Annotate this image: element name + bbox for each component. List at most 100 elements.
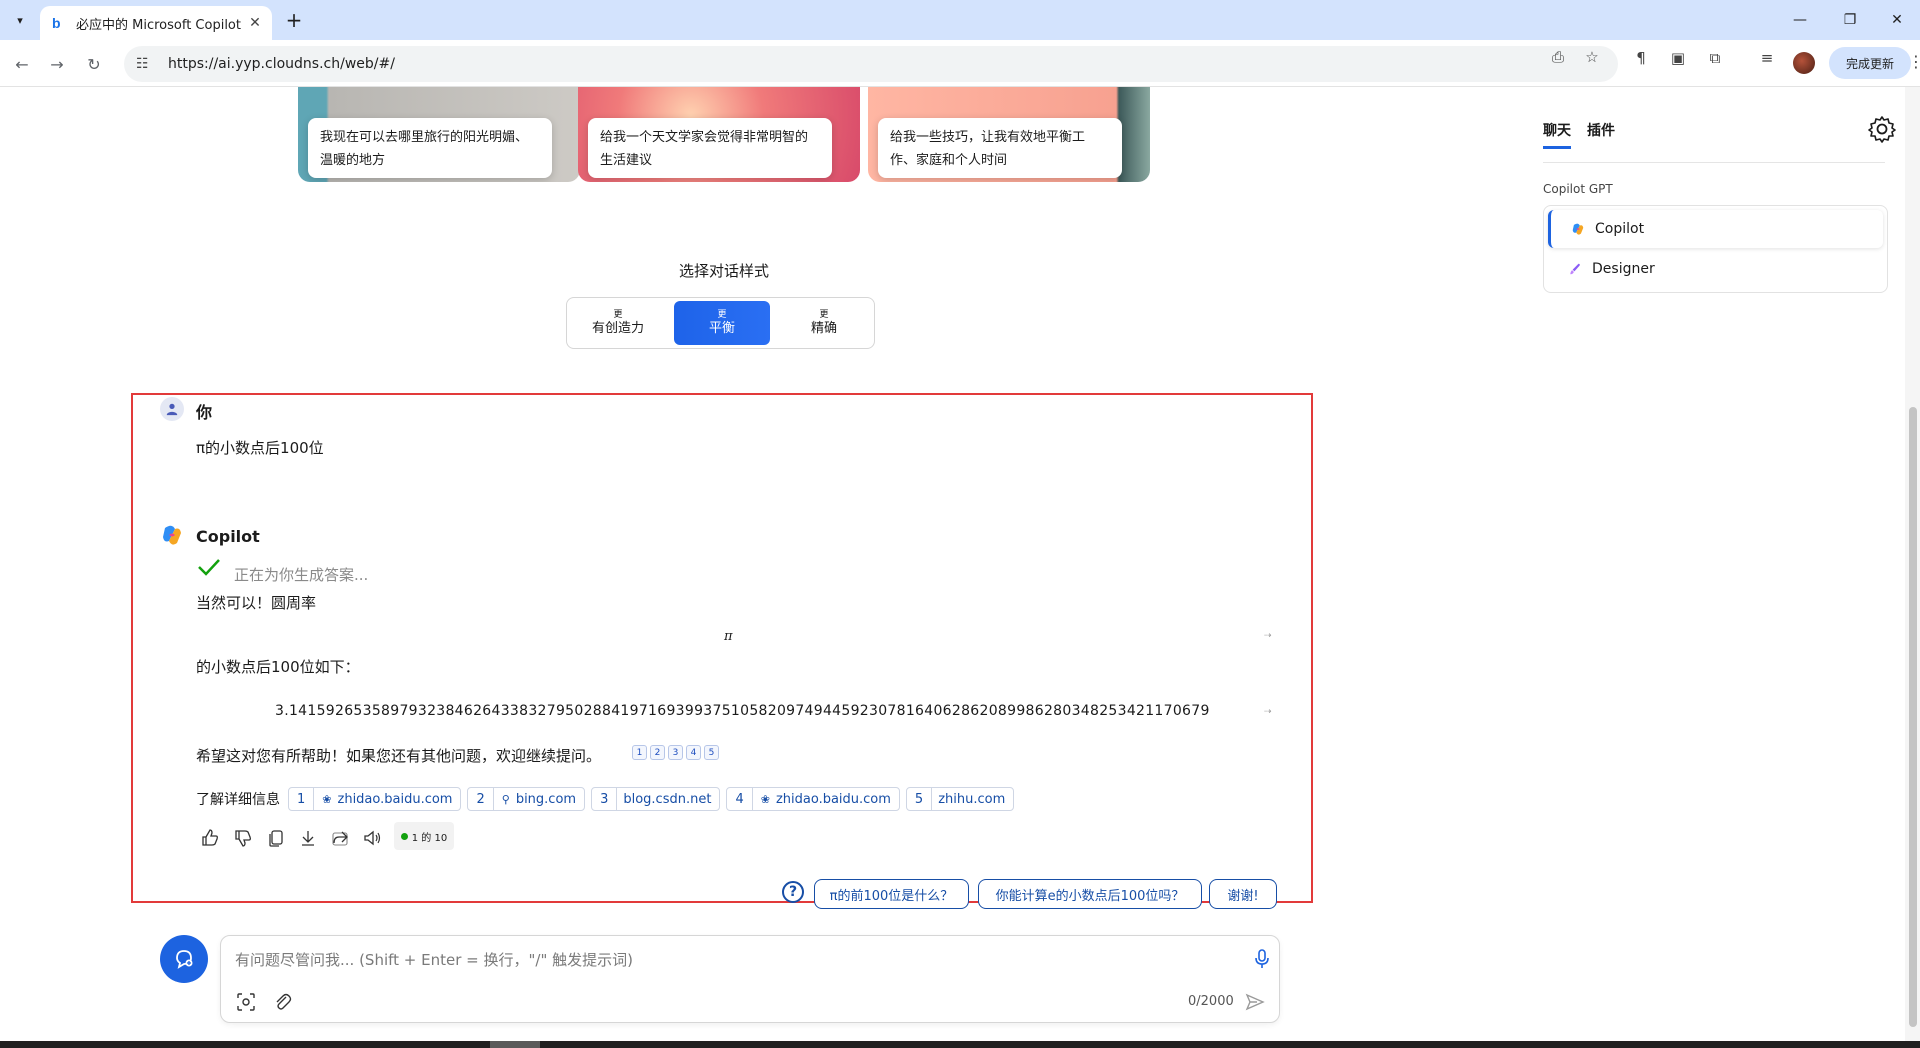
citation-badge[interactable]: 3: [668, 745, 683, 760]
more-menu-icon[interactable]: ⋮: [1908, 52, 1920, 71]
suggestion-chip[interactable]: 你能计算e的小数点后100位吗？: [978, 879, 1202, 909]
visual-search-icon[interactable]: [235, 991, 257, 1013]
share-icon[interactable]: [330, 828, 354, 852]
suggestion-chip[interactable]: 谢谢!: [1209, 879, 1277, 909]
gpt-item-designer[interactable]: Designer: [1548, 250, 1883, 288]
suggestion-card-3[interactable]: 给我一些技巧，让我有效地平衡工作、家庭和个人时间: [868, 87, 1150, 182]
citation-badge[interactable]: 4: [686, 745, 701, 760]
gpt-section-label: Copilot GPT: [1543, 182, 1613, 196]
citation-list: 1 2 3 4 5: [632, 745, 719, 760]
read-aloud-speaker-icon[interactable]: [362, 828, 386, 852]
gear-icon[interactable]: [1867, 114, 1897, 144]
tab-plugins[interactable]: 插件: [1587, 120, 1615, 149]
citation-badge[interactable]: 2: [650, 745, 665, 760]
browser-tab-active[interactable]: b 必应中的 Microsoft Copilot ✕: [40, 6, 272, 40]
style-option-label: 平衡: [708, 320, 735, 336]
extension-paragraph-icon[interactable]: ¶: [1631, 48, 1651, 68]
bookmark-star-icon[interactable]: ☆: [1582, 48, 1602, 66]
restore-window-icon[interactable]: ❐: [1827, 0, 1873, 40]
citation-badge[interactable]: 1: [632, 745, 647, 760]
user-name: 你: [196, 403, 213, 422]
site-info-icon[interactable]: ☷: [136, 56, 156, 72]
card-text: 给我一些技巧，让我有效地平衡工作、家庭和个人时间: [878, 118, 1122, 178]
status-dot: [400, 832, 408, 840]
user-avatar-icon: [160, 397, 184, 421]
copy-formula-icon[interactable]: ⇢: [1264, 631, 1272, 641]
citation-badge[interactable]: 5: [704, 745, 719, 760]
user-message-text: π的小数点后100位: [196, 439, 324, 457]
scrollbar-thumb[interactable]: [1909, 407, 1917, 1027]
minimize-window-icon[interactable]: —: [1777, 0, 1823, 40]
thumbs-up-icon[interactable]: [200, 828, 224, 852]
style-option-precise[interactable]: 更 精确: [776, 301, 872, 345]
browser-tab-bar: ▾ b 必应中的 Microsoft Copilot ✕ + — ❐ ✕: [0, 0, 1920, 40]
style-option-label: 精确: [810, 320, 837, 336]
address-bar[interactable]: ☷ https://ai.yyp.cloudns.ch/web/#/: [124, 46, 1618, 82]
send-icon[interactable]: [1245, 992, 1265, 1012]
thumbs-down-icon[interactable]: [233, 828, 257, 852]
media-queue-icon[interactable]: ≡: [1757, 48, 1777, 68]
reload-icon[interactable]: ↻: [80, 50, 108, 78]
source-link[interactable]: 1 ❀ zhidao.baidu.com: [288, 787, 462, 811]
close-tab-icon[interactable]: ✕: [246, 15, 264, 31]
source-number: 1: [289, 788, 315, 810]
char-count: 0/2000: [1188, 994, 1234, 1009]
download-icon[interactable]: [298, 828, 322, 852]
style-option-creative[interactable]: 更 有创造力: [570, 301, 666, 345]
suggestion-chip[interactable]: π的前100位是什么？: [814, 879, 969, 909]
extensions-puzzle-icon[interactable]: ⧉: [1705, 48, 1725, 68]
copy-formula-icon[interactable]: ⇢: [1264, 707, 1272, 717]
microphone-icon[interactable]: [1251, 948, 1273, 970]
source-number: 5: [907, 788, 933, 810]
style-option-prefix: 更: [613, 309, 623, 320]
browser-toolbar: ← → ↻ ☷ https://ai.yyp.cloudns.ch/web/#/…: [0, 40, 1920, 87]
help-question-icon[interactable]: ?: [782, 881, 804, 903]
style-option-balanced[interactable]: 更 平衡: [674, 301, 770, 345]
card-text: 我现在可以去哪里旅行的阳光明媚、温暖的地方: [308, 118, 552, 178]
source-domain: bing.com: [515, 791, 577, 807]
generating-status: 正在为你生成答案...: [234, 566, 369, 584]
source-link[interactable]: 3 blog.csdn.net: [591, 787, 721, 811]
copilot-page: 我现在可以去哪里旅行的阳光明媚、温暖的地方 给我一个天文学家会觉得非常明智的生活…: [0, 87, 1905, 1041]
source-domain: zhidao.baidu.com: [775, 791, 891, 807]
source-number: 2: [468, 788, 494, 810]
chat-input-box: 0/2000: [220, 935, 1280, 1023]
install-app-icon[interactable]: ⎙: [1548, 48, 1568, 66]
card-text: 给我一个天文学家会觉得非常明智的生活建议: [588, 118, 832, 178]
close-window-icon[interactable]: ✕: [1874, 0, 1920, 40]
source-domain: zhihu.com: [938, 791, 1006, 807]
source-link[interactable]: 2 ⚲ bing.com: [467, 787, 586, 811]
attachment-paperclip-icon[interactable]: [271, 991, 293, 1013]
back-arrow-icon[interactable]: ←: [8, 50, 36, 78]
copilot-logo-icon: [163, 525, 181, 545]
copy-icon[interactable]: [266, 828, 290, 852]
profile-avatar[interactable]: [1793, 52, 1815, 74]
new-topic-button[interactable]: [160, 935, 208, 983]
tab-search-chevron-icon[interactable]: ▾: [8, 8, 32, 32]
tab-chat[interactable]: 聊天: [1543, 120, 1571, 149]
copilot-name: Copilot: [196, 527, 260, 546]
gpt-item-copilot[interactable]: Copilot: [1548, 210, 1883, 248]
os-taskbar: [0, 1041, 1920, 1048]
update-button[interactable]: 完成更新: [1829, 47, 1911, 79]
style-option-prefix: 更: [717, 309, 727, 320]
source-number: 4: [727, 788, 753, 810]
conversation-style-picker: 更 有创造力 更 平衡 更 精确: [566, 297, 875, 349]
forward-arrow-icon[interactable]: →: [43, 50, 71, 78]
gpt-item-label: Designer: [1592, 261, 1655, 277]
source-domain: zhidao.baidu.com: [337, 791, 453, 807]
chat-input[interactable]: [235, 946, 1195, 974]
copilot-logo-icon: [1572, 223, 1584, 235]
source-link[interactable]: 4 ❀ zhidao.baidu.com: [726, 787, 900, 811]
suggestion-card-1[interactable]: 我现在可以去哪里旅行的阳光明媚、温暖的地方: [298, 87, 580, 182]
new-tab-plus-icon[interactable]: +: [282, 8, 306, 32]
extension-toolbox-icon[interactable]: ▣: [1668, 48, 1688, 68]
suggestion-card-2[interactable]: 给我一个天文学家会觉得非常明智的生活建议: [578, 87, 860, 182]
bing-favicon-icon: b: [52, 15, 61, 31]
page-scrollbar[interactable]: [1905, 87, 1920, 1041]
pi-symbol: π: [724, 629, 733, 644]
style-picker-title: 选择对话样式: [678, 262, 769, 280]
learn-more-row: 了解详细信息 1 ❀ zhidao.baidu.com 2 ⚲ bing.com…: [196, 787, 1015, 811]
source-domain: blog.csdn.net: [623, 791, 712, 807]
source-link[interactable]: 5 zhihu.com: [905, 787, 1015, 811]
